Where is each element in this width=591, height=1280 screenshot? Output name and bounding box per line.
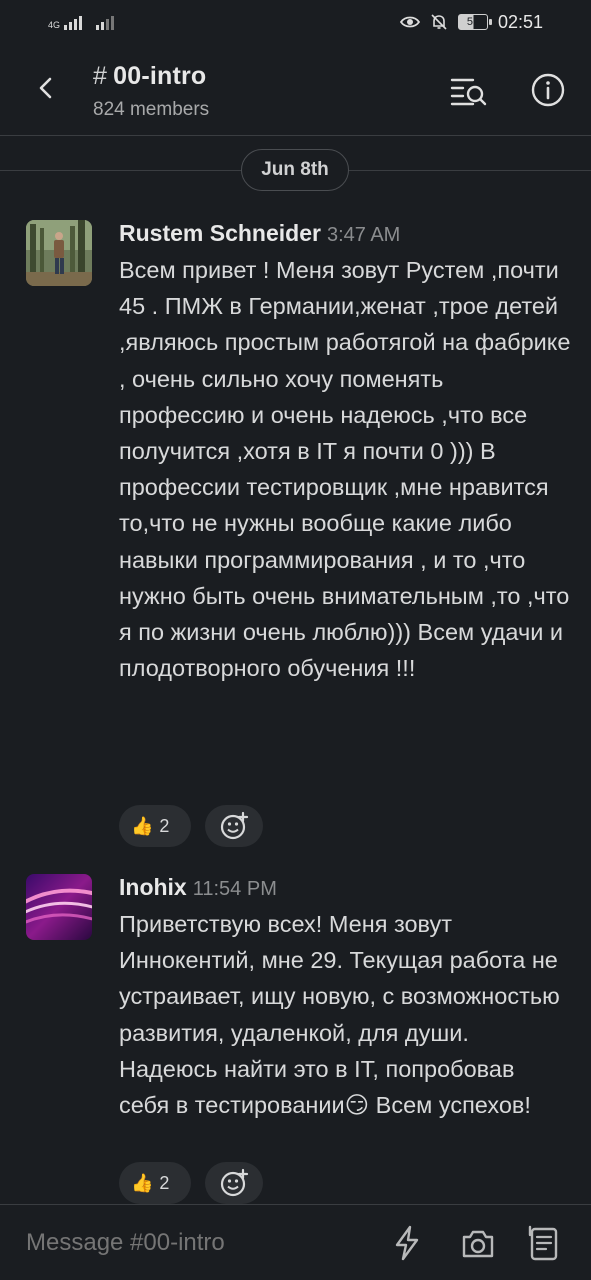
message-composer: [0, 1204, 591, 1280]
channel-title[interactable]: #00-intro: [93, 62, 206, 91]
add-reaction-icon: [220, 811, 249, 840]
status-bar: 4G 52 02:51: [0, 0, 591, 44]
avatar-image: [26, 874, 92, 940]
back-arrow-icon[interactable]: [30, 72, 62, 104]
camera-icon[interactable]: [458, 1223, 498, 1263]
info-icon[interactable]: [528, 72, 568, 108]
reaction-count: 2: [159, 1172, 170, 1193]
thumbs-up-icon: 👍: [131, 1172, 154, 1193]
channel-header: #00-intro 824 members: [0, 44, 591, 136]
message-text: Всем привет ! Меня зовут Рустем ,почти 4…: [119, 257, 571, 682]
reactions-bar: 👍 2: [119, 1162, 263, 1204]
battery-indicator: 52: [457, 14, 492, 30]
avatar-photo: [26, 220, 92, 286]
clock: 02:51: [497, 11, 543, 32]
add-reaction-button[interactable]: [205, 805, 263, 847]
thumbs-up-icon: 👍: [131, 815, 154, 836]
message-item: Rustem Schneider 3:47 AM Всем привет ! Ме…: [26, 220, 574, 850]
avatar[interactable]: [26, 220, 92, 286]
network-type: 4G: [48, 20, 61, 30]
add-reaction-icon: [220, 1168, 249, 1197]
hash-symbol: #: [93, 62, 108, 90]
message-text: Приветствую всех! Меня зовут Иннокентий,…: [119, 911, 560, 1119]
reaction-thumbs-up[interactable]: 👍 2: [119, 1162, 191, 1204]
message-input[interactable]: [26, 1225, 366, 1261]
message-time[interactable]: 11:54 PM: [193, 878, 277, 900]
author-name[interactable]: Inohix: [119, 874, 187, 900]
message-header: Inohix 11:54 PM: [119, 874, 277, 901]
add-reaction-button[interactable]: [205, 1162, 263, 1204]
status-left: 4G: [48, 14, 115, 30]
reaction-count: 2: [159, 815, 170, 836]
channel-name: 00-intro: [113, 62, 207, 90]
search-messages-icon[interactable]: [449, 72, 489, 108]
date-divider-pill[interactable]: Jun 8th: [241, 149, 349, 191]
signal-icon-2: [96, 14, 115, 30]
eye-icon: [399, 16, 420, 28]
message-header: Rustem Schneider 3:47 AM: [119, 220, 400, 247]
text-formatting-icon[interactable]: [524, 1223, 564, 1263]
lightning-shortcuts-icon[interactable]: [387, 1223, 427, 1263]
message-item: Inohix 11:54 PM Приветствую всех! Меня зо…: [26, 874, 574, 1204]
reaction-thumbs-up[interactable]: 👍 2: [119, 805, 191, 847]
signal-icon: 4G: [48, 14, 83, 30]
reactions-bar: 👍 2: [119, 805, 263, 847]
status-right: 52 02:51: [399, 11, 543, 33]
member-count[interactable]: 824 members: [93, 99, 209, 121]
mute-bell-icon: [431, 14, 447, 30]
message-time[interactable]: 3:47 AM: [327, 224, 400, 246]
author-name[interactable]: Rustem Schneider: [119, 220, 321, 246]
avatar[interactable]: [26, 874, 92, 940]
